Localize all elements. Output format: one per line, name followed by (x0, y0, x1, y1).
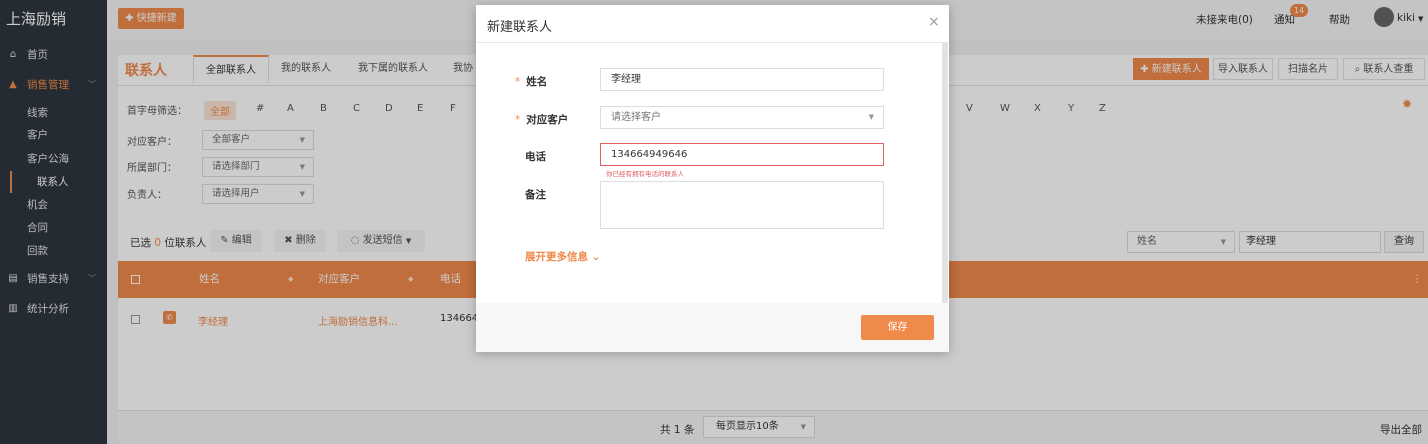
modal-title: 新建联系人 (487, 20, 553, 35)
caret-down-icon: ▼ (868, 113, 874, 121)
phone-field[interactable]: 134664949646 (600, 143, 884, 166)
close-icon[interactable]: × (928, 14, 940, 30)
phone-error-message: 你已经有拥有电话的联系人 (606, 170, 684, 178)
customer-select-placeholder: 请选择客户 (611, 112, 661, 123)
note-label: 备注 (525, 189, 546, 201)
save-button[interactable]: 保存 (861, 315, 934, 340)
required-marker: * (515, 76, 521, 88)
modal-scrollbar[interactable] (942, 43, 948, 303)
note-textarea[interactable] (600, 181, 884, 229)
name-label: * 姓名 (515, 76, 548, 88)
new-contact-modal: 新建联系人 × * 姓名 李经理 * 对应客户 请选择客户 ▼ 电话 1346649… (476, 5, 949, 352)
customer-select[interactable]: 请选择客户 ▼ (600, 106, 884, 129)
phone-label: 电话 (525, 151, 546, 163)
chevron-down-icon: ⌄ (591, 251, 601, 263)
customer-label: * 对应客户 (515, 114, 569, 126)
expand-more-link[interactable]: 展开更多信息 ⌄ (525, 249, 600, 264)
modal-header: 新建联系人 × (476, 5, 949, 43)
name-field[interactable]: 李经理 (600, 68, 884, 91)
required-marker: * (515, 114, 521, 126)
